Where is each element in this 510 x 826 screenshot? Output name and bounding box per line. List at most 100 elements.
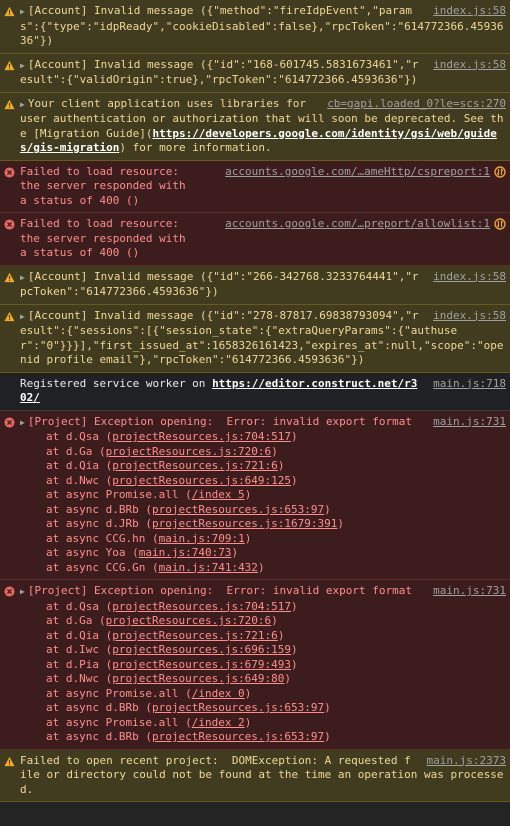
console-info-message[interactable]: main.js:718 Registered service worker on…: [0, 372, 510, 411]
stack-frame-location-link[interactable]: /index 2: [192, 716, 245, 729]
stack-frame-function: at d.Nwc (: [46, 672, 113, 685]
stack-frame-close-paren: ): [271, 614, 278, 627]
warning-icon: [4, 756, 15, 766]
message-text: [Account] Invalid message ({"method":"fi…: [20, 4, 504, 47]
stack-frame-close-paren: ): [277, 459, 285, 472]
expand-triangle-icon[interactable]: ▶: [20, 418, 25, 427]
source-link[interactable]: cb=gapi.loaded_0?le=scs:270: [327, 97, 506, 112]
stack-frame-function: at async Promise.all (: [46, 488, 192, 501]
network-request-icon[interactable]: [494, 165, 506, 178]
stack-frame-location-link[interactable]: projectResources.js:649:80: [112, 672, 284, 685]
stack-frame-location-link[interactable]: projectResources.js:679:493: [112, 658, 291, 671]
stack-frame: at async Yoa (main.js:740:73): [20, 546, 506, 561]
stack-frame-close-paren: ): [231, 546, 239, 559]
stack-frame: at async d.BRb (projectResources.js:653:…: [20, 701, 506, 716]
expand-triangle-icon[interactable]: ▶: [20, 61, 25, 70]
stack-frame-function: at async CCG.Gn (: [46, 560, 159, 574]
stack-frame-location-link[interactable]: projectResources.js:720:6: [106, 445, 272, 458]
console-warning-message[interactable]: cb=gapi.loaded_0?le=scs:270 ▶ Your client…: [0, 92, 510, 161]
message-text: Failed to load resource: the server resp…: [20, 164, 193, 207]
console-warning-message[interactable]: index.js:58 ▶ [Account] Invalid message (…: [0, 265, 510, 305]
stack-frame-function: at d.Ga (: [46, 444, 106, 458]
stack-frame: at d.Qia (projectResources.js:721:6): [20, 629, 506, 644]
stack-frame: at d.Pia (projectResources.js:679:493): [20, 658, 506, 673]
stack-frame: at d.Qsa (projectResources.js:704:517): [20, 600, 506, 615]
console-warning-message[interactable]: index.js:58 ▶ [Account] Invalid message (…: [0, 0, 510, 54]
stack-frame-location-link[interactable]: main.js:741:432: [159, 561, 258, 574]
stack-frame-location-link[interactable]: projectResources.js:649:125: [112, 474, 291, 487]
source-link[interactable]: main.js:718: [433, 377, 506, 392]
stack-frame-location-link[interactable]: main.js:740:73: [139, 546, 232, 559]
stack-frame-location-link[interactable]: projectResources.js:704:517: [112, 600, 291, 613]
stack-frame-location-link[interactable]: projectResources.js:721:6: [112, 629, 278, 642]
message-text: [Project] Exception opening: Error: inva…: [27, 414, 412, 428]
stack-frame-function: at async Promise.all (: [46, 686, 192, 700]
stack-frame-location-link[interactable]: projectResources.js:653:97: [152, 503, 324, 516]
console-warning-message[interactable]: main.js:2373 Failed to open recent proje…: [0, 749, 510, 802]
source-link[interactable]: main.js:731: [433, 584, 506, 599]
stack-frame-function: at d.Qsa (: [46, 430, 113, 443]
message-text: [Account] Invalid message ({"id":"266-34…: [20, 269, 419, 299]
stack-frame-close-paren: ): [291, 430, 298, 443]
console-error-message[interactable]: main.js:731 ▶ [Project] Exception opening…: [0, 410, 510, 580]
source-link[interactable]: index.js:58: [433, 4, 506, 19]
stack-frame-function: at d.Qsa (: [46, 599, 113, 613]
stack-frame-function: at async CCG.hn (: [46, 531, 159, 545]
stack-frame-location-link[interactable]: projectResources.js:653:97: [152, 701, 324, 714]
stack-frame-location-link[interactable]: projectResources.js:1679:391: [152, 517, 337, 530]
stack-frame: at async CCG.hn (main.js:709:1): [20, 532, 506, 547]
stack-frame-function: at async d.BRb (: [46, 730, 152, 743]
expand-triangle-icon[interactable]: ▶: [20, 312, 25, 321]
message-text: [Account] Invalid message ({"id":"168-60…: [20, 57, 419, 87]
stack-frame-location-link[interactable]: projectResources.js:704:517: [112, 430, 291, 443]
stack-frame: at d.Iwc (projectResources.js:696:159): [20, 643, 506, 658]
console-error-message[interactable]: Failed to load resource: the server resp…: [0, 160, 510, 213]
stack-frame-location-link[interactable]: projectResources.js:653:97: [152, 730, 324, 743]
stack-frame: at d.Qia (projectResources.js:721:6): [20, 459, 506, 474]
stack-frame-function: at d.Qia (: [46, 459, 113, 472]
stack-frame-close-paren: ): [324, 701, 331, 714]
error-icon: [4, 586, 15, 597]
stack-frame: at d.Ga (projectResources.js:720:6): [20, 614, 506, 629]
console-error-message[interactable]: Failed to load resource: the server resp…: [0, 213, 510, 266]
expand-triangle-icon[interactable]: ▶: [20, 587, 25, 596]
stack-frame-function: at d.Pia (: [46, 657, 113, 671]
source-link[interactable]: index.js:58: [433, 58, 506, 73]
expand-triangle-icon[interactable]: ▶: [20, 7, 25, 16]
source-link[interactable]: accounts.google.com/…ameHttp/cspreport:1: [225, 165, 490, 180]
warning-icon: [4, 272, 15, 282]
stack-frame-location-link[interactable]: /index 0: [192, 687, 245, 700]
message-text: Registered service worker on: [20, 376, 213, 390]
stack-frame: at async d.JRb (projectResources.js:1679…: [20, 517, 506, 532]
console-warning-message[interactable]: index.js:58 ▶ [Account] Invalid message (…: [0, 53, 510, 93]
error-icon: [4, 416, 15, 428]
expand-triangle-icon[interactable]: ▶: [20, 100, 25, 109]
stack-frame-close-paren: ): [291, 643, 298, 656]
stack-frame-function: at async d.JRb (: [46, 517, 152, 530]
console-warning-message[interactable]: index.js:58 ▶ [Account] Invalid message (…: [0, 304, 510, 373]
console-error-message[interactable]: main.js:731 ▶ [Project] Exception opening…: [0, 580, 510, 750]
network-request-icon[interactable]: [494, 218, 506, 230]
warning-icon: [4, 311, 15, 321]
stack-frame-close-paren: ): [244, 715, 252, 729]
source-link[interactable]: main.js:731: [433, 415, 506, 430]
stack-frame: at async Promise.all (/index 2): [20, 716, 506, 731]
source-link[interactable]: main.js:2373: [427, 754, 506, 769]
stack-frame-function: at d.Nwc (: [46, 473, 113, 487]
error-icon: [4, 166, 15, 178]
stack-frame-close-paren: ): [291, 473, 298, 487]
stack-frame-location-link[interactable]: /index 5: [192, 488, 245, 501]
stack-frame-close-paren: ): [284, 672, 292, 685]
stack-frame-close-paren: ): [324, 730, 331, 743]
stack-frame: at d.Qsa (projectResources.js:704:517): [20, 430, 506, 445]
source-link[interactable]: index.js:58: [433, 270, 506, 285]
stack-frame-location-link[interactable]: projectResources.js:721:6: [112, 459, 278, 472]
expand-triangle-icon[interactable]: ▶: [20, 273, 25, 282]
stack-frame-location-link[interactable]: projectResources.js:720:6: [106, 614, 272, 627]
stack-frame: at async d.BRb (projectResources.js:653:…: [20, 730, 506, 745]
source-link[interactable]: index.js:58: [433, 309, 506, 324]
source-link[interactable]: accounts.google.com/…preport/allowlist:1: [225, 217, 490, 232]
stack-frame-close-paren: ): [271, 444, 278, 458]
stack-frame-location-link[interactable]: projectResources.js:696:159: [112, 643, 291, 656]
stack-frame-location-link[interactable]: main.js:709:1: [159, 532, 245, 545]
